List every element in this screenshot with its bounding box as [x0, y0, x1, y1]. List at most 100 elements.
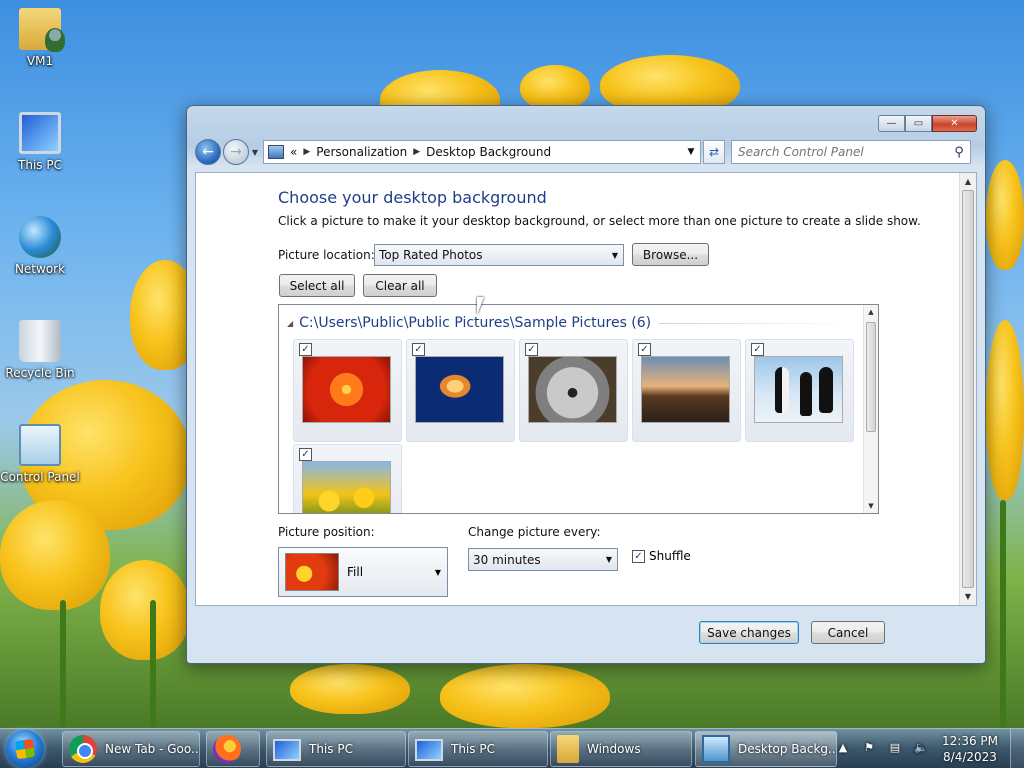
clock-date: 8/4/2023 [943, 750, 997, 764]
desktop-icon-vm1[interactable]: VM1 [0, 8, 80, 68]
firefox-icon [213, 735, 241, 763]
koala-thumbnail[interactable] [528, 356, 617, 423]
close-button[interactable]: ✕ [932, 115, 977, 132]
taskbar-item-desktop-background[interactable]: Desktop Backg... [695, 731, 837, 767]
chevron-down-icon: ▼ [251, 147, 259, 157]
picture-tile-jellyfish[interactable]: ✓ [406, 339, 515, 442]
search-input[interactable] [738, 145, 948, 159]
folder-icon [557, 735, 579, 763]
search-icon[interactable]: ⚲ [948, 145, 970, 160]
breadcrumb-personalization[interactable]: Personalization [316, 145, 407, 159]
taskbar-item-label: This PC [451, 742, 495, 756]
content-scrollbar[interactable]: ▲ ▼ [959, 173, 976, 605]
position-preview-image [285, 553, 339, 591]
picture-tile-lighthouse[interactable]: ✓ [632, 339, 741, 442]
change-interval-select[interactable]: 30 minutes ▼ [468, 548, 618, 571]
content-scroll-thumb[interactable] [962, 190, 974, 588]
address-overflow[interactable]: « [290, 145, 297, 159]
taskbar-item-firefox[interactable] [206, 731, 260, 767]
gallery-group-title: C:\Users\Public\Public Pictures\Sample P… [299, 315, 652, 331]
desktop-icon-this-pc[interactable]: This PC [0, 112, 80, 172]
chevron-down-icon: ▼ [434, 567, 442, 577]
desktop-icon-network[interactable]: Network [0, 216, 80, 276]
minimize-button[interactable]: — [878, 115, 905, 132]
breadcrumb-desktop-background[interactable]: Desktop Background [426, 145, 551, 159]
gallery-scrollbar[interactable]: ▲ ▼ [863, 305, 878, 513]
start-button[interactable] [6, 730, 44, 768]
shuffle-option[interactable]: ✓ Shuffle [632, 549, 691, 563]
picture-location-value: Top Rated Photos [379, 248, 483, 262]
taskbar-item-label: New Tab - Goo... [105, 742, 200, 756]
desktop-icon-label: This PC [18, 158, 62, 172]
picture-checkbox[interactable]: ✓ [299, 343, 312, 356]
picture-checkbox[interactable]: ✓ [525, 343, 538, 356]
jellyfish-thumbnail[interactable] [415, 356, 504, 423]
show-hidden-icons-icon[interactable]: ▲ [834, 741, 852, 757]
picture-position-label: Picture position: [278, 525, 375, 539]
chevron-down-icon: ▼ [611, 250, 619, 260]
picture-tile-tulips[interactable]: ✓ [293, 444, 402, 513]
taskbar-item-chrome[interactable]: New Tab - Goo... [62, 731, 200, 767]
scroll-down-icon[interactable]: ▼ [864, 499, 878, 513]
window-controls: — ▭ ✕ [878, 115, 977, 132]
breadcrumb-separator-icon[interactable]: ▶ [303, 147, 310, 157]
tulips-thumbnail[interactable] [302, 461, 391, 513]
picture-checkbox[interactable]: ✓ [638, 343, 651, 356]
change-interval-label: Change picture every: [468, 525, 601, 539]
picture-location-select[interactable]: Top Rated Photos ▼ [374, 244, 624, 266]
clock[interactable]: 12:36 PM 8/4/2023 [934, 733, 1006, 765]
chevron-down-icon[interactable]: ▼ [682, 147, 700, 157]
picture-tile-penguins[interactable]: ✓ [745, 339, 854, 442]
forward-button[interactable]: → [223, 139, 249, 165]
taskbar-item-windows-folder[interactable]: Windows [550, 731, 692, 767]
computer-icon [415, 739, 443, 761]
picture-position-select[interactable]: Fill ▼ [278, 547, 448, 597]
action-center-icon[interactable]: ⚑ [860, 741, 878, 757]
search-box[interactable]: ⚲ [731, 140, 971, 164]
shuffle-label[interactable]: Shuffle [649, 549, 691, 563]
volume-muted-icon[interactable]: 🔈 [912, 741, 930, 757]
change-interval-value: 30 minutes [473, 552, 541, 567]
picture-tile-koala[interactable]: ✓ [519, 339, 628, 442]
show-desktop-button[interactable] [1010, 729, 1024, 768]
address-bar[interactable]: « ▶ Personalization ▶ Desktop Background… [263, 140, 701, 164]
breadcrumb-separator-icon[interactable]: ▶ [413, 147, 420, 157]
desktop-icon-recycle-bin[interactable]: Recycle Bin [0, 320, 80, 380]
network-icon [19, 216, 61, 258]
picture-position-value: Fill [347, 565, 364, 579]
browse-button[interactable]: Browse... [632, 243, 709, 266]
select-all-button[interactable]: Select all [279, 274, 355, 297]
shuffle-checkbox[interactable]: ✓ [632, 549, 645, 563]
gallery-group-header[interactable]: ◢ C:\Users\Public\Public Pictures\Sample… [287, 315, 854, 331]
network-status-icon[interactable]: ▤ [886, 741, 904, 757]
chrysanthemum-thumbnail[interactable] [302, 356, 391, 423]
picture-checkbox[interactable]: ✓ [299, 448, 312, 461]
cancel-button[interactable]: Cancel [811, 621, 885, 644]
penguins-thumbnail[interactable] [754, 356, 843, 423]
taskbar: New Tab - Goo... This PC This PC Windows… [0, 728, 1024, 768]
desktop-icon-control-panel[interactable]: Control Panel [0, 424, 80, 484]
lighthouse-thumbnail[interactable] [641, 356, 730, 423]
picture-checkbox[interactable]: ✓ [751, 343, 764, 356]
control-panel-icon [19, 424, 61, 466]
refresh-button[interactable]: ⇄ [703, 140, 725, 164]
scroll-up-icon[interactable]: ▲ [960, 173, 976, 190]
recent-pages-dropdown[interactable]: ▼ [249, 148, 261, 157]
collapse-triangle-icon[interactable]: ◢ [287, 319, 293, 328]
arrow-right-icon: → [230, 144, 242, 160]
picture-checkbox[interactable]: ✓ [412, 343, 425, 356]
maximize-button[interactable]: ▭ [905, 115, 932, 132]
back-button[interactable]: ← [195, 139, 221, 165]
gallery-scroll-thumb[interactable] [866, 322, 876, 432]
page-description: Click a picture to make it your desktop … [278, 214, 921, 228]
windows-logo-icon [14, 738, 36, 760]
picture-gallery: ◢ C:\Users\Public\Public Pictures\Sample… [278, 304, 879, 514]
desktop-icon-label: Control Panel [0, 470, 80, 484]
clear-all-button[interactable]: Clear all [363, 274, 437, 297]
taskbar-item-this-pc-2[interactable]: This PC [408, 731, 548, 767]
taskbar-item-this-pc-1[interactable]: This PC [266, 731, 406, 767]
scroll-up-icon[interactable]: ▲ [864, 305, 878, 319]
save-changes-button[interactable]: Save changes [699, 621, 799, 644]
scroll-down-icon[interactable]: ▼ [960, 588, 976, 605]
picture-tile-chrysanthemum[interactable]: ✓ [293, 339, 402, 442]
